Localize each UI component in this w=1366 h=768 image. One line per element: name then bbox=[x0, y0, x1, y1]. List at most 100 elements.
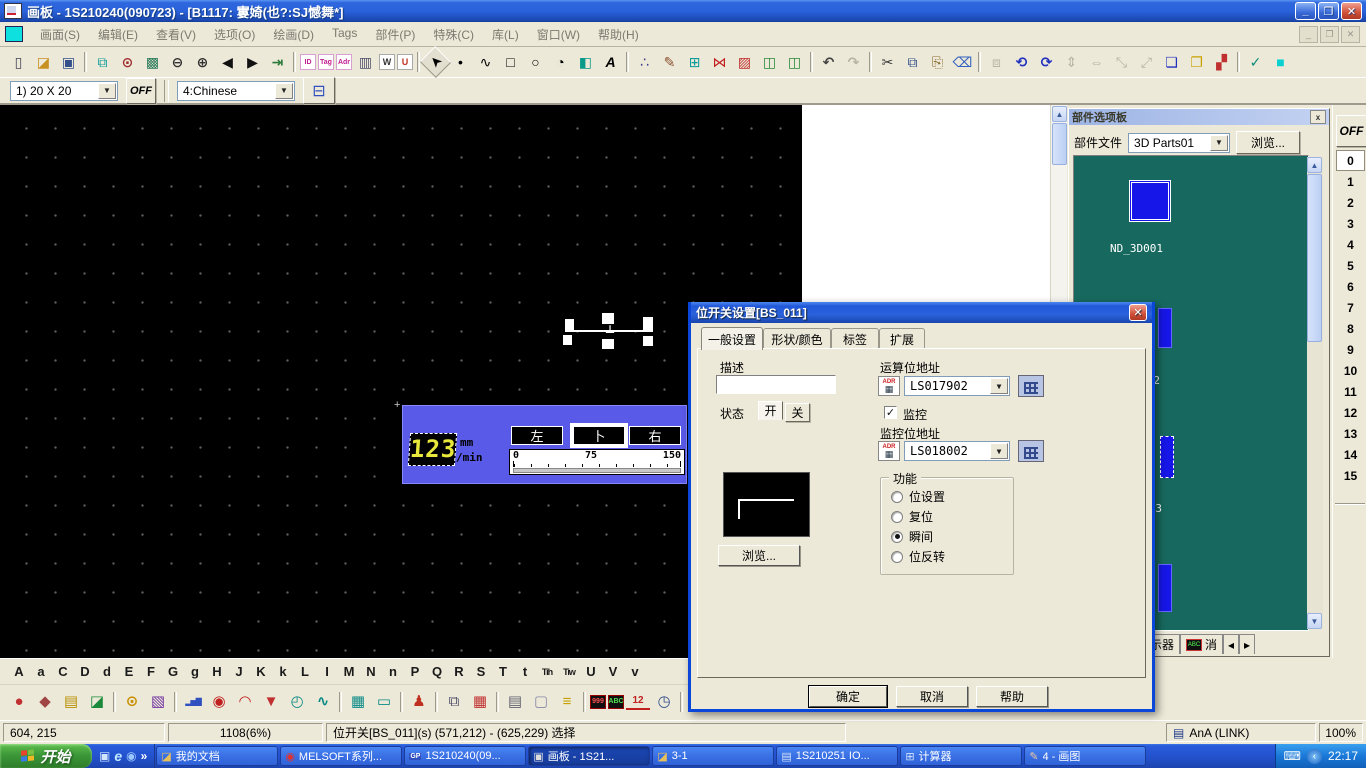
separator[interactable] bbox=[680, 692, 683, 712]
character-button[interactable]: L bbox=[294, 664, 316, 679]
scroll-up-icon[interactable]: ▲ bbox=[1307, 157, 1322, 173]
character-button[interactable]: U bbox=[580, 664, 602, 679]
grid-part-icon[interactable]: ▦ bbox=[346, 690, 370, 714]
shrink-icon[interactable]: ⤡ bbox=[1110, 51, 1133, 73]
menu-item[interactable]: 绘画(D) bbox=[264, 23, 323, 46]
hmi-widget-panel[interactable]: 123 mm /min 左 卜 右 0 75 150 bbox=[402, 405, 687, 484]
character-button[interactable]: I bbox=[316, 664, 338, 679]
bargraph-part-icon[interactable]: ▂▅▇ bbox=[181, 690, 205, 714]
fill-tool-icon[interactable]: ◧ bbox=[574, 51, 597, 73]
shape-browse-button[interactable]: 浏览... bbox=[718, 545, 800, 566]
copy-page-part-icon[interactable]: ⧉ bbox=[442, 690, 466, 714]
arc-part-icon[interactable]: ◠ bbox=[233, 690, 257, 714]
state-number-button[interactable]: 11 bbox=[1336, 381, 1365, 402]
monitor-address-select[interactable]: LS018002 ▼ bbox=[904, 441, 1010, 461]
open-folder-icon[interactable]: ◪ bbox=[32, 51, 55, 73]
state-number-button[interactable]: 5 bbox=[1336, 255, 1365, 276]
radio-reset[interactable]: 复位 bbox=[891, 508, 933, 525]
meter-part-icon[interactable]: ◴ bbox=[285, 690, 309, 714]
numeric-display-part-icon[interactable]: 999 bbox=[590, 695, 606, 709]
pointer-tool-icon[interactable]: ➤ bbox=[420, 46, 452, 78]
window-w-icon[interactable]: W bbox=[379, 54, 395, 70]
tab-scroll-left-icon[interactable]: ◂ bbox=[1223, 634, 1239, 654]
pen-tool-icon[interactable]: ✎ bbox=[658, 51, 681, 73]
separator[interactable] bbox=[583, 692, 586, 712]
scroll-thumb[interactable] bbox=[1052, 123, 1067, 165]
tab-message[interactable]: ABC 消 bbox=[1180, 634, 1223, 654]
table-part-icon[interactable]: ▦ bbox=[468, 690, 492, 714]
bring-front-icon[interactable]: ❏ bbox=[1160, 51, 1183, 73]
character-button[interactable]: S bbox=[470, 664, 492, 679]
character-button[interactable]: T bbox=[492, 664, 514, 679]
state-number-button[interactable]: 0 bbox=[1336, 150, 1365, 171]
grid-size-select[interactable]: 1) 20 X 20 ▼ bbox=[10, 81, 118, 101]
screen-manager-icon[interactable]: ⊟ bbox=[303, 77, 335, 104]
spray-tool-icon[interactable]: ∴ bbox=[633, 51, 656, 73]
description-input[interactable] bbox=[716, 375, 836, 394]
selected-bit-switch[interactable]: ⊥ bbox=[563, 312, 655, 350]
character-button[interactable]: g bbox=[184, 664, 206, 679]
task-1s210251[interactable]: ▤ 1S210251 IO... bbox=[776, 746, 898, 766]
tab-general[interactable]: 一般设置 bbox=[701, 327, 763, 350]
radio-bit-invert[interactable]: 位反转 bbox=[891, 548, 945, 565]
task-my-documents[interactable]: ◪ 我的文档 bbox=[156, 746, 278, 766]
id-list-icon[interactable]: ID bbox=[300, 54, 316, 70]
character-button[interactable]: Tih bbox=[536, 667, 558, 677]
character-button[interactable]: R bbox=[448, 664, 470, 679]
screen-copy-icon[interactable]: ⧉ bbox=[91, 51, 114, 73]
rect-tool-icon[interactable]: □ bbox=[499, 51, 522, 73]
donut-part-icon[interactable]: ◉ bbox=[207, 690, 231, 714]
tab-extend[interactable]: 扩展 bbox=[879, 328, 925, 349]
character-button[interactable]: A bbox=[8, 664, 30, 679]
separator[interactable] bbox=[496, 692, 499, 712]
state-number-button[interactable]: 10 bbox=[1336, 360, 1365, 381]
radio-bit-set[interactable]: 位设置 bbox=[891, 488, 945, 505]
prev-screen-icon[interactable]: ◀ bbox=[216, 51, 239, 73]
character-button[interactable]: N bbox=[360, 664, 382, 679]
mdi-close-icon[interactable]: ✕ bbox=[1341, 26, 1360, 43]
alarm-person-part-icon[interactable]: ♟ bbox=[407, 690, 431, 714]
design-canvas[interactable]: ⊥ + 123 mm /min 左 卜 右 0 75 150 bbox=[0, 105, 802, 658]
parts-3d-alt-icon[interactable]: ◫ bbox=[783, 51, 806, 73]
save-icon[interactable]: ▣ bbox=[57, 51, 80, 73]
parts-browse-button[interactable]: 浏览... bbox=[1236, 131, 1300, 154]
character-button[interactable]: t bbox=[514, 664, 536, 679]
tab-label[interactable]: 标签 bbox=[831, 328, 879, 349]
rotate-ccw-icon[interactable]: ⟲ bbox=[1010, 51, 1033, 73]
pie-tool-icon[interactable]: ◔ bbox=[549, 51, 572, 73]
character-button[interactable]: n bbox=[382, 664, 404, 679]
redo-icon[interactable]: ↷ bbox=[842, 51, 865, 73]
ascii-display-part-icon[interactable]: ABC bbox=[608, 695, 624, 709]
separator[interactable] bbox=[293, 52, 296, 72]
character-button[interactable]: D bbox=[74, 664, 96, 679]
character-button[interactable]: Q bbox=[426, 664, 448, 679]
script-part-icon[interactable]: ▤ bbox=[503, 690, 527, 714]
address-icon[interactable]: ADR▦ bbox=[878, 441, 900, 461]
character-button[interactable]: G bbox=[162, 664, 184, 679]
selection-handle[interactable] bbox=[602, 339, 614, 349]
restore-button[interactable]: ❐ bbox=[1318, 2, 1339, 20]
polyline-tool-icon[interactable]: ∿ bbox=[474, 51, 497, 73]
state-box-icon[interactable]: ■ bbox=[1269, 51, 1292, 73]
switch-part-icon[interactable]: ● bbox=[7, 690, 31, 714]
character-button[interactable]: a bbox=[30, 664, 52, 679]
palette-part-icon[interactable]: ▧ bbox=[146, 690, 170, 714]
separator[interactable] bbox=[174, 692, 177, 712]
group-icon[interactable]: ⧈ bbox=[985, 51, 1008, 73]
mdi-minimize-icon[interactable]: _ bbox=[1299, 26, 1318, 43]
character-button[interactable]: F bbox=[140, 664, 162, 679]
folder-part-icon[interactable]: ◪ bbox=[85, 690, 109, 714]
mdi-restore-icon[interactable]: ❐ bbox=[1320, 26, 1339, 43]
parts-scrollbar[interactable]: ▲ ▼ bbox=[1307, 157, 1323, 629]
state-number-button[interactable]: 9 bbox=[1336, 339, 1365, 360]
character-button[interactable]: P bbox=[404, 664, 426, 679]
character-button[interactable]: Tiw bbox=[558, 667, 580, 677]
hmi-right-button[interactable]: 右 bbox=[629, 426, 681, 445]
state-number-button[interactable]: 15 bbox=[1336, 465, 1365, 486]
task-paint[interactable]: ✎ 4 - 画图 bbox=[1024, 746, 1146, 766]
date-display-part-icon[interactable]: 12 bbox=[626, 694, 650, 710]
character-button[interactable]: k bbox=[272, 664, 294, 679]
tab-shape-color[interactable]: 形状/颜色 bbox=[763, 328, 831, 349]
menu-item[interactable]: 库(L) bbox=[483, 23, 528, 46]
menu-item[interactable]: 窗口(W) bbox=[528, 23, 589, 46]
